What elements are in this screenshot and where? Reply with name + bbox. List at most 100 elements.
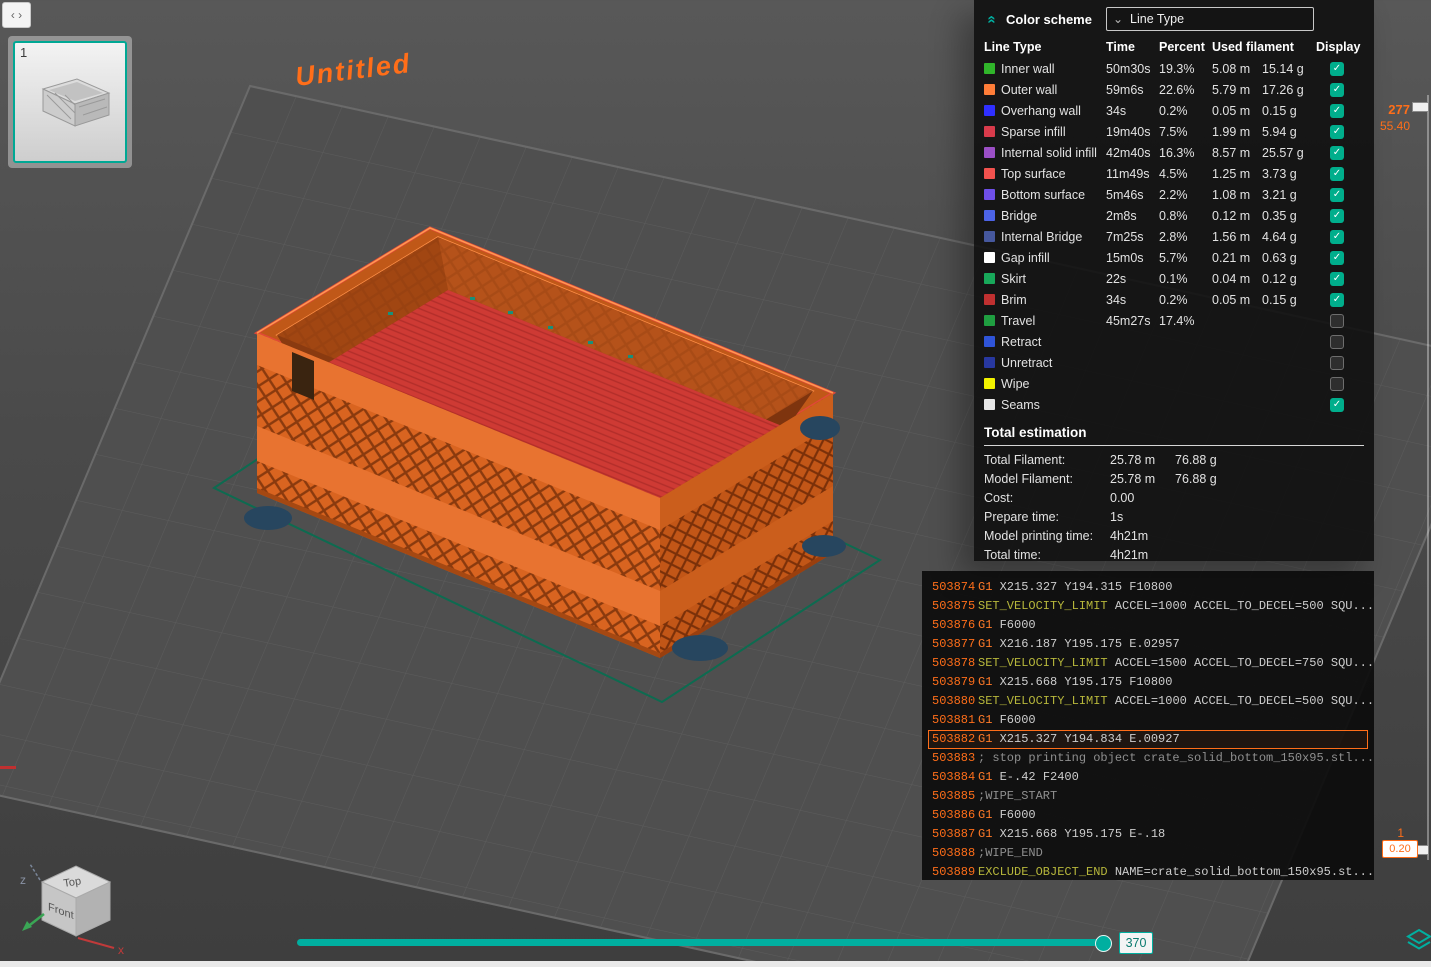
sidebar-collapse-button[interactable]: ‹ › — [2, 2, 31, 28]
plate-thumbnail-image — [41, 78, 111, 127]
gcode-line-text: G1 X215.327 Y194.315 F10800 — [978, 580, 1173, 594]
display-checkbox[interactable]: ✓ — [1330, 145, 1344, 160]
line-type-color-swatch — [984, 231, 995, 242]
line-type-row: Sparse infill 19m40s 7.5% 1.99 m 5.94 g ✓ — [984, 121, 1364, 142]
display-checkbox[interactable]: ✓ — [1330, 187, 1344, 202]
line-type-row: Internal solid infill 42m40s 16.3% 8.57 m 25… — [984, 142, 1364, 163]
gcode-line[interactable]: 503882 G1 X215.327 Y194.834 E.00927 — [928, 730, 1368, 749]
display-checkbox[interactable]: ✓ — [1330, 271, 1344, 286]
line-type-filament-length: 5.79 m — [1212, 82, 1251, 97]
gcode-line[interactable]: 503875 SET_VELOCITY_LIMIT ACCEL=1000 ACCE… — [928, 597, 1374, 616]
line-type-color-swatch — [984, 273, 995, 284]
gcode-line[interactable]: 503883; stop printing object crate_solid… — [928, 749, 1374, 768]
move-slider-handle[interactable] — [1095, 935, 1112, 952]
move-slider-track[interactable] — [297, 939, 1101, 946]
display-checkbox[interactable]: ✓ — [1330, 250, 1344, 265]
display-checkbox[interactable]: ✓ — [1330, 397, 1344, 412]
line-type-percent: 0.2% — [1159, 292, 1188, 307]
x-axis-line — [77, 937, 115, 949]
line-type-table-header: Line Type Time Percent Used filament Dis… — [984, 36, 1364, 58]
layer-slider-track[interactable] — [1427, 95, 1429, 860]
line-type-row: Inner wall 50m30s 19.3% 5.08 m 15.14 g ✓ — [984, 58, 1364, 79]
layer-slider-top-handle[interactable] — [1412, 102, 1429, 112]
line-type-time: 15m0s — [1106, 250, 1144, 265]
col-time: Time — [1106, 40, 1135, 54]
orientation-gizmo[interactable]: Top Front x z — [10, 840, 140, 965]
line-type-row: Outer wall 59m6s 22.6% 5.79 m 17.26 g ✓ — [984, 79, 1364, 100]
display-checkbox[interactable]: ✓ — [1330, 292, 1344, 307]
gcode-line-number: 503881 — [932, 713, 976, 727]
line-type-color-swatch — [984, 252, 995, 263]
gcode-line[interactable]: 503878 SET_VELOCITY_LIMIT ACCEL=1500 ACCE… — [928, 654, 1374, 673]
line-type-time: 7m25s — [1106, 229, 1144, 244]
view-type-dropdown[interactable]: ⌄ Line Type — [1105, 7, 1314, 31]
gcode-line[interactable]: 503876 G1 F6000 — [928, 616, 1368, 635]
gcode-line[interactable]: 503885 ;WIPE_START — [928, 787, 1368, 806]
gcode-line-number: 503886 — [932, 808, 976, 822]
estimation-value-1: 25.78 m — [1110, 452, 1156, 467]
line-type-row: Unretract — [984, 352, 1364, 373]
gcode-line-text: G1 F6000 — [978, 808, 1036, 822]
line-type-filament-weight: 3.73 g — [1262, 166, 1297, 181]
gcode-line[interactable]: 503877 G1 X216.187 Y195.175 E.02957 — [928, 635, 1368, 654]
line-type-filament-weight: 0.15 g — [1262, 103, 1297, 118]
line-type-percent: 17.4% — [1159, 313, 1195, 328]
gcode-line[interactable]: 503874 G1 X215.327 Y194.315 F10800 — [928, 578, 1368, 597]
line-type-row: Internal Bridge 7m25s 2.8% 1.56 m 4.64 g ✓ — [984, 226, 1364, 247]
gcode-line[interactable]: 503889 EXCLUDE_OBJECT_END NAME=crate_soli… — [928, 863, 1374, 880]
col-line-type: Line Type — [984, 40, 1042, 54]
line-type-time: 34s — [1106, 103, 1127, 118]
gcode-line[interactable]: 503881 G1 F6000 — [928, 711, 1368, 730]
gcode-lines: 503874 G1 X215.327 Y194.315 F10800 503875… — [928, 578, 1374, 880]
line-type-row: Overhang wall 34s 0.2% 0.05 m 0.15 g ✓ — [984, 100, 1364, 121]
gcode-line[interactable]: 503879 G1 X215.668 Y195.175 F10800 — [928, 673, 1368, 692]
line-type-percent: 2.2% — [1159, 187, 1188, 202]
gcode-line-number: 503887 — [932, 827, 976, 841]
gcode-line-number: 503882 — [932, 732, 976, 746]
display-checkbox[interactable]: ✓ — [1330, 208, 1344, 223]
col-display: Display — [1316, 40, 1361, 54]
gcode-line[interactable]: 503887 G1 X215.668 Y195.175 E-.18 — [928, 825, 1368, 844]
display-checkbox[interactable]: ✓ — [1330, 124, 1344, 139]
line-type-filament-length: 0.12 m — [1212, 208, 1251, 223]
display-checkbox[interactable]: ✓ — [1330, 61, 1344, 76]
display-checkbox[interactable]: ✓ — [1330, 166, 1344, 181]
gcode-line-number: 503877 — [932, 637, 976, 651]
line-type-filament-weight: 0.63 g — [1262, 250, 1297, 265]
display-checkbox[interactable] — [1330, 355, 1344, 370]
line-type-color-swatch — [984, 63, 995, 74]
gcode-line-text: G1 X215.668 Y195.175 E-.18 — [978, 827, 1166, 841]
gcode-line[interactable]: 503886 G1 F6000 — [928, 806, 1368, 825]
gcode-line-text: SET_VELOCITY_LIMIT ACCEL=1500 ACCEL_TO_D… — [978, 656, 1374, 670]
display-checkbox[interactable] — [1330, 313, 1344, 328]
line-type-filament-weight: 0.15 g — [1262, 292, 1297, 307]
collapse-panel-icon[interactable]: « — [984, 11, 1001, 27]
line-type-time: 11m49s — [1106, 166, 1150, 181]
line-type-label: Top surface — [1001, 166, 1066, 181]
estimation-row: Prepare time: 1s — [984, 507, 1364, 526]
line-type-label: Bridge — [1001, 208, 1038, 223]
gcode-line[interactable]: 503888 ;WIPE_END — [928, 844, 1368, 863]
estimation-value-1: 0.00 — [1110, 490, 1135, 505]
plate-thumbnail[interactable]: 1 — [13, 41, 127, 163]
display-checkbox[interactable]: ✓ — [1330, 82, 1344, 97]
line-type-filament-weight: 15.14 g — [1262, 61, 1304, 76]
bottom-layer-number: 1 — [1397, 826, 1404, 840]
total-estimation-title: Total estimation — [984, 425, 1087, 440]
color-scheme-title: Color scheme — [1006, 11, 1092, 27]
line-type-percent: 2.8% — [1159, 229, 1188, 244]
gcode-line-text: ;WIPE_START — [978, 789, 1058, 803]
layers-icon[interactable] — [1406, 928, 1431, 952]
display-checkbox[interactable] — [1330, 334, 1344, 349]
gcode-line[interactable]: 503884 G1 E-.42 F2400 — [928, 768, 1368, 787]
display-checkbox[interactable]: ✓ — [1330, 229, 1344, 244]
line-type-label: Overhang wall — [1001, 103, 1081, 118]
move-slider-value: 370 — [1119, 932, 1153, 954]
gcode-line-text: SET_VELOCITY_LIMIT ACCEL=1000 ACCEL_TO_D… — [978, 599, 1374, 613]
display-checkbox[interactable] — [1330, 376, 1344, 391]
gcode-line[interactable]: 503880 SET_VELOCITY_LIMIT ACCEL=1000 ACCE… — [928, 692, 1374, 711]
display-checkbox[interactable]: ✓ — [1330, 103, 1344, 118]
divider — [984, 445, 1364, 446]
line-type-row: Brim 34s 0.2% 0.05 m 0.15 g ✓ — [984, 289, 1364, 310]
estimation-row: Model printing time: 4h21m — [984, 526, 1364, 545]
